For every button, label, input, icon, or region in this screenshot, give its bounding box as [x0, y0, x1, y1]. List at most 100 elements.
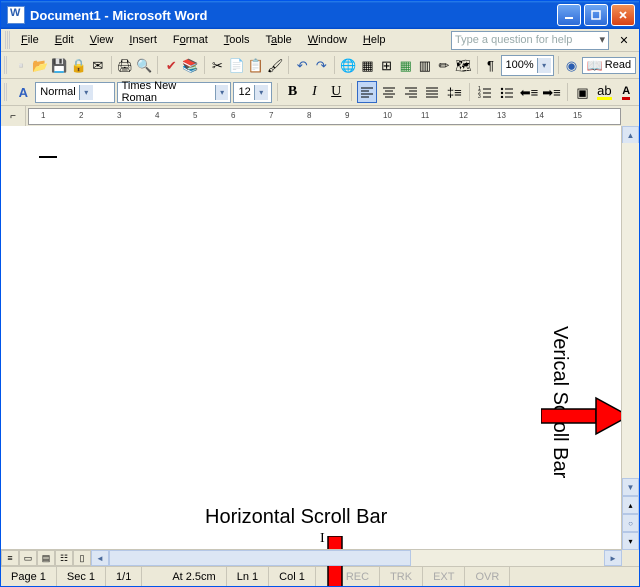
close-button[interactable] — [611, 4, 635, 26]
style-combo[interactable]: Normal▾ — [35, 82, 114, 103]
help-search-input[interactable]: Type a question for help▾ — [451, 31, 609, 50]
spelling-button[interactable]: ✔ — [162, 54, 180, 76]
zoom-combo[interactable]: 100%▾ — [501, 55, 554, 76]
grip-icon[interactable] — [5, 31, 10, 49]
borders-button[interactable]: ▣ — [573, 81, 593, 103]
status-at[interactable]: At 2.5cm — [162, 567, 226, 587]
justify-button[interactable] — [423, 81, 443, 103]
app-icon — [7, 6, 25, 24]
status-section[interactable]: Sec 1 — [57, 567, 106, 587]
grip-icon[interactable] — [4, 83, 8, 101]
maximize-button[interactable] — [584, 4, 608, 26]
redo-button[interactable]: ↷ — [312, 54, 330, 76]
vertical-scrollbar[interactable]: ▲ ▼ ▴ ○ ▾ — [621, 126, 639, 550]
align-left-button[interactable] — [357, 81, 377, 103]
copy-button[interactable]: 📄 — [227, 54, 245, 76]
undo-button[interactable]: ↶ — [293, 54, 311, 76]
help-button[interactable]: ◉ — [562, 54, 580, 76]
hscroll-thumb[interactable] — [109, 550, 411, 566]
doc-map-button[interactable]: 🗺 — [454, 54, 473, 76]
research-button[interactable]: 📚 — [181, 54, 199, 76]
print-preview-button[interactable]: 🔍 — [135, 54, 153, 76]
bullets-button[interactable] — [497, 81, 517, 103]
document-area: Horizontal Scroll Bar Verical Scroll Bar… — [1, 126, 639, 566]
format-painter-button[interactable]: 🖌 — [266, 54, 285, 76]
titlebar: Document1 - Microsoft Word — [1, 1, 639, 29]
minimize-button[interactable] — [557, 4, 581, 26]
outline-view-button[interactable]: ☷ — [55, 550, 73, 566]
styles-pane-button[interactable]: A — [13, 81, 33, 103]
tables-button[interactable]: ▦ — [358, 54, 376, 76]
status-line[interactable]: Ln 1 — [227, 567, 269, 587]
numbering-button[interactable]: 123 — [475, 81, 495, 103]
font-color-button[interactable]: A — [616, 81, 636, 103]
chevron-down-icon: ▾ — [537, 58, 551, 73]
read-button[interactable]: 📖Read — [582, 57, 636, 74]
menu-file[interactable]: File — [13, 32, 47, 48]
insert-table-button[interactable]: ⊞ — [378, 54, 396, 76]
ruler-area: ⌐ 123456789101112131415 — [1, 106, 639, 126]
vscroll-track[interactable] — [622, 143, 639, 482]
hscroll-track[interactable] — [109, 550, 604, 566]
prev-page-button[interactable]: ▴ — [622, 496, 639, 514]
tab-selector[interactable]: ⌐ — [1, 106, 26, 126]
normal-view-button[interactable]: ≡ — [1, 550, 19, 566]
close-doc-button[interactable]: ✕ — [613, 29, 635, 51]
status-col[interactable]: Col 1 — [269, 567, 316, 587]
increase-indent-button[interactable]: ➡≡ — [541, 81, 561, 103]
hyperlink-button[interactable]: 🌐 — [339, 54, 357, 76]
status-pages[interactable]: 1/1 — [106, 567, 142, 587]
document-page[interactable]: Horizontal Scroll Bar Verical Scroll Bar… — [25, 126, 621, 550]
arrow-right-icon — [541, 396, 631, 436]
formatting-toolbar: A Normal▾ Times New Roman▾ 12▾ B I U ‡≡ … — [1, 79, 639, 106]
scroll-up-button[interactable]: ▲ — [622, 126, 639, 144]
line-spacing-button[interactable]: ‡≡ — [444, 81, 464, 103]
paste-button[interactable]: 📋 — [247, 54, 265, 76]
underline-button[interactable]: U — [326, 81, 346, 103]
web-view-button[interactable]: ▭ — [19, 550, 37, 566]
excel-button[interactable]: ▦ — [397, 54, 415, 76]
menu-help[interactable]: Help — [355, 32, 394, 48]
status-ovr[interactable]: OVR — [465, 567, 510, 587]
status-trk[interactable]: TRK — [380, 567, 423, 587]
app-window: Document1 - Microsoft Word File Edit Vie… — [0, 0, 640, 587]
italic-button[interactable]: I — [305, 81, 325, 103]
highlight-button[interactable]: ab — [594, 81, 614, 103]
drawing-button[interactable]: ✏ — [435, 54, 453, 76]
show-hide-button[interactable]: ¶ — [481, 54, 499, 76]
permission-button[interactable]: 🔒 — [70, 54, 88, 76]
save-button[interactable]: 💾 — [50, 54, 68, 76]
columns-button[interactable]: ▥ — [416, 54, 434, 76]
scroll-right-button[interactable]: ► — [604, 550, 622, 566]
window-title: Document1 - Microsoft Word — [30, 8, 207, 23]
align-right-button[interactable] — [401, 81, 421, 103]
menu-view[interactable]: View — [82, 32, 122, 48]
status-page[interactable]: Page 1 — [1, 567, 57, 587]
horizontal-scrollbar[interactable]: ≡ ▭ ▤ ☷ ▯ ◄ ► — [1, 549, 622, 566]
reading-view-button[interactable]: ▯ — [73, 550, 91, 566]
menu-edit[interactable]: Edit — [47, 32, 82, 48]
menu-format[interactable]: Format — [165, 32, 216, 48]
scroll-left-button[interactable]: ◄ — [91, 550, 109, 566]
grip-icon[interactable] — [4, 56, 8, 74]
new-document-button[interactable]: ▫️ — [12, 54, 30, 76]
email-button[interactable]: ✉ — [89, 54, 107, 76]
font-combo[interactable]: Times New Roman▾ — [117, 82, 232, 103]
cut-button[interactable]: ✂ — [208, 54, 226, 76]
next-page-button[interactable]: ▾ — [622, 532, 639, 550]
align-center-button[interactable] — [379, 81, 399, 103]
menu-table[interactable]: Table — [257, 32, 299, 48]
select-browse-button[interactable]: ○ — [622, 514, 639, 532]
font-size-combo[interactable]: 12▾ — [233, 82, 271, 103]
menu-window[interactable]: Window — [300, 32, 355, 48]
print-view-button[interactable]: ▤ — [37, 550, 55, 566]
open-button[interactable]: 📂 — [31, 54, 49, 76]
menu-insert[interactable]: Insert — [121, 32, 165, 48]
horizontal-ruler[interactable]: 123456789101112131415 — [28, 108, 621, 125]
decrease-indent-button[interactable]: ⬅≡ — [519, 81, 539, 103]
bold-button[interactable]: B — [283, 81, 303, 103]
status-ext[interactable]: EXT — [423, 567, 465, 587]
menu-tools[interactable]: Tools — [216, 32, 258, 48]
print-button[interactable]: 🖨 — [116, 54, 135, 76]
scroll-down-button[interactable]: ▼ — [622, 478, 639, 496]
